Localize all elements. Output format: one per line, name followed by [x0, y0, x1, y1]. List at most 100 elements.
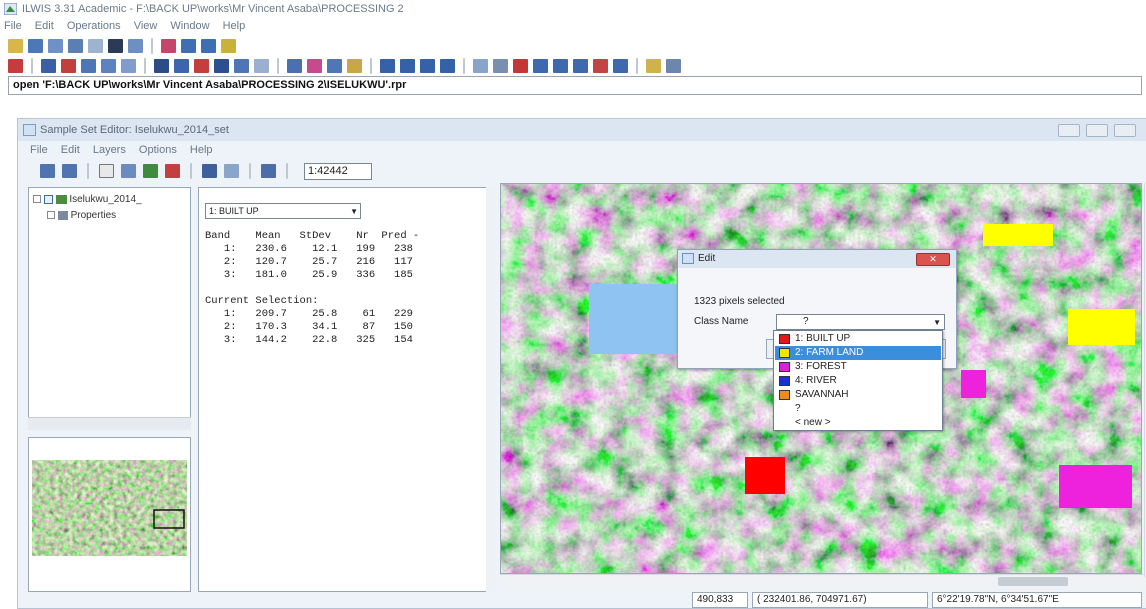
current-selection-title: Current Selection:	[205, 295, 319, 307]
menu-edit[interactable]: Edit	[35, 20, 54, 32]
menu-operations[interactable]: Operations	[67, 20, 121, 32]
menu-view[interactable]: View	[134, 20, 158, 32]
expand-icon[interactable]	[33, 195, 41, 204]
raster-map-icon[interactable]	[41, 59, 56, 73]
menu-help[interactable]: Help	[223, 20, 246, 32]
dropdown-option[interactable]: ?	[775, 402, 941, 416]
folder-icon[interactable]	[646, 59, 661, 73]
redraw-icon[interactable]	[62, 164, 77, 178]
attribute-icon[interactable]	[553, 59, 568, 73]
georeference-icon[interactable]	[327, 59, 342, 73]
dropdown-option[interactable]: < new >	[775, 416, 941, 430]
zoom-out-icon[interactable]	[165, 164, 180, 178]
chevron-down-icon[interactable]: ▼	[350, 205, 358, 219]
pan-icon[interactable]	[121, 164, 136, 178]
table-icon[interactable]	[121, 59, 136, 73]
farmland-sample-patch[interactable]	[1068, 309, 1135, 345]
entire-map-icon[interactable]	[40, 164, 55, 178]
matrix-icon[interactable]	[420, 59, 435, 73]
forest-sample-patch[interactable]	[1059, 465, 1132, 508]
dropdown-option[interactable]: 3: FOREST	[775, 360, 941, 374]
farmland-sample-patch[interactable]	[983, 224, 1053, 246]
map-list-icon[interactable]	[154, 59, 169, 73]
tree-properties-label: Properties	[70, 210, 117, 221]
class-select[interactable]: 1: BUILT UP ▼	[205, 203, 361, 219]
tree-item-root[interactable]: Iselukwu_2014_	[33, 194, 142, 205]
domain-icon[interactable]	[287, 59, 302, 73]
navigator-icon[interactable]	[161, 39, 176, 53]
close-button[interactable]	[1114, 124, 1136, 137]
point-map-icon[interactable]	[101, 59, 116, 73]
2d-table-icon[interactable]	[533, 59, 548, 73]
normal-select-icon[interactable]	[99, 164, 114, 178]
command-icon[interactable]	[613, 59, 628, 73]
expand-icon[interactable]	[47, 211, 55, 220]
builtup-sample-patch[interactable]	[745, 457, 785, 494]
sse-menu-bar: File Edit Layers Options Help	[18, 141, 1146, 159]
tree-horizontal-scrollbar[interactable]	[28, 417, 191, 430]
sse-menu-layers[interactable]: Layers	[93, 144, 126, 156]
exit-icon[interactable]	[261, 164, 276, 178]
dropdown-option[interactable]: 2: FARM LAND	[775, 346, 941, 360]
close-icon[interactable]: ✕	[916, 253, 950, 266]
status-coordinates: ( 232401.86, 704971.67)	[752, 592, 928, 608]
histogram-icon[interactable]	[400, 59, 415, 73]
selection-row: 1: 209.7 25.8 61 229	[205, 308, 413, 320]
feature-space-icon[interactable]	[224, 164, 239, 178]
new-map-icon[interactable]	[8, 59, 23, 73]
paste-icon[interactable]	[68, 39, 83, 53]
segment-map-icon[interactable]	[81, 59, 96, 73]
function-icon[interactable]	[254, 59, 269, 73]
scale-input[interactable]: 1:42442	[304, 162, 372, 180]
forest-sample-patch[interactable]	[961, 370, 986, 398]
class-name-combo[interactable]: ? ▼	[776, 314, 945, 330]
catalog-icon[interactable]	[128, 39, 143, 53]
menu-window[interactable]: Window	[170, 20, 209, 32]
3d-icon[interactable]	[573, 59, 588, 73]
dropdown-option[interactable]: 4: RIVER	[775, 374, 941, 388]
representation-icon[interactable]	[307, 59, 322, 73]
sample-set-icon[interactable]	[440, 59, 455, 73]
annotation-icon[interactable]	[493, 59, 508, 73]
zoom-in-icon[interactable]	[143, 164, 158, 178]
stereo-icon[interactable]	[473, 59, 488, 73]
sse-menu-edit[interactable]: Edit	[61, 144, 80, 156]
window-icon[interactable]	[666, 59, 681, 73]
stats-row: 1: 230.6 12.1 199 238	[205, 243, 413, 255]
tree-item-properties[interactable]: Properties	[47, 210, 116, 221]
graph-icon[interactable]	[214, 59, 229, 73]
map-view-icon[interactable]	[174, 59, 189, 73]
menu-file[interactable]: File	[4, 20, 22, 32]
chevron-down-icon[interactable]: ▼	[933, 316, 941, 330]
save-icon[interactable]	[28, 39, 43, 53]
details-view-icon[interactable]	[201, 39, 216, 53]
sse-menu-help[interactable]: Help	[190, 144, 213, 156]
status-latlon: 6°22'19.78"N, 6°34'51.67"E	[932, 592, 1142, 608]
filter-icon[interactable]	[380, 59, 395, 73]
open-folder-icon[interactable]	[8, 39, 23, 53]
sse-menu-file[interactable]: File	[30, 144, 48, 156]
overview-window[interactable]	[28, 437, 191, 592]
dropdown-option[interactable]: 1: BUILT UP	[775, 332, 941, 346]
minimize-button[interactable]	[1058, 124, 1080, 137]
layout-icon[interactable]	[194, 59, 209, 73]
maximize-button[interactable]	[1086, 124, 1108, 137]
coordinate-system-icon[interactable]	[347, 59, 362, 73]
checkbox-icon[interactable]	[43, 194, 53, 204]
polygon-map-icon[interactable]	[61, 59, 76, 73]
sse-menu-options[interactable]: Options	[139, 144, 177, 156]
list-view-icon[interactable]	[181, 39, 196, 53]
script-icon[interactable]	[234, 59, 249, 73]
dropdown-option[interactable]: SAVANNAH	[775, 388, 941, 402]
command-line-input[interactable]: open 'F:\BACK UP\works\Mr Vincent Asaba\…	[8, 76, 1142, 95]
copy-icon[interactable]	[48, 39, 63, 53]
formula-icon[interactable]	[593, 59, 608, 73]
folder-view-icon[interactable]	[221, 39, 236, 53]
water-sample-patch[interactable]	[589, 284, 689, 354]
stats-vertical-scrollbar[interactable]	[486, 187, 496, 592]
map-scroll-thumb[interactable]	[998, 577, 1068, 586]
properties-icon[interactable]	[88, 39, 103, 53]
tie-point-icon[interactable]	[513, 59, 528, 73]
delete-icon[interactable]	[108, 39, 123, 53]
select-pixels-icon[interactable]	[202, 164, 217, 178]
